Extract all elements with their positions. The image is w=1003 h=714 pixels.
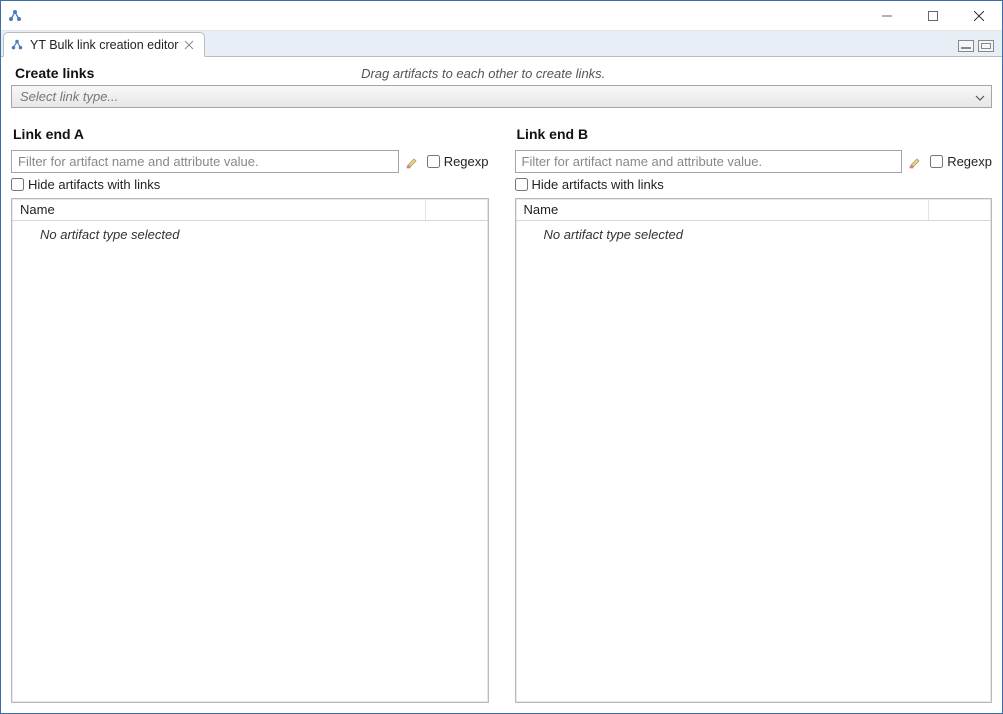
panel-a-filter-input[interactable]: [11, 150, 399, 173]
panel-b-column-header: Name: [516, 199, 992, 221]
panel-b-regexp-label: Regexp: [947, 154, 992, 169]
panel-a-hide-links-toggle[interactable]: Hide artifacts with links: [11, 177, 489, 192]
panel-b-regexp-toggle[interactable]: Regexp: [930, 154, 992, 169]
chevron-down-icon: [975, 89, 985, 104]
window-close-button[interactable]: [956, 1, 1002, 30]
panel-b-hide-links-toggle[interactable]: Hide artifacts with links: [515, 177, 993, 192]
app-icon: [7, 8, 23, 24]
panel-a-hide-links-checkbox[interactable]: [11, 178, 24, 191]
panel-a-title: Link end A: [11, 126, 489, 142]
view-maximize-button[interactable]: [978, 40, 994, 52]
drag-hint: Drag artifacts to each other to create l…: [94, 66, 992, 81]
titlebar-left: [1, 8, 29, 24]
panel-b-filter-row: Regexp: [515, 150, 993, 173]
panel-a-column-header: Name: [12, 199, 488, 221]
tab-close-icon[interactable]: [184, 40, 194, 50]
panel-a-column-name[interactable]: Name: [12, 199, 426, 220]
tab-bulk-link-editor[interactable]: YT Bulk link creation editor: [3, 32, 205, 57]
panel-b-regexp-checkbox[interactable]: [930, 155, 943, 168]
view-minimize-button[interactable]: [958, 40, 974, 52]
window-minimize-button[interactable]: [864, 1, 910, 30]
panel-b-title: Link end B: [515, 126, 993, 142]
link-type-dropdown[interactable]: Select link type...: [11, 85, 992, 108]
panel-b-artifact-table: Name No artifact type selected: [515, 198, 993, 703]
section-title: Create links: [15, 65, 94, 81]
panel-b-hide-links-checkbox[interactable]: [515, 178, 528, 191]
editor-content: Create links Drag artifacts to each othe…: [1, 57, 1002, 713]
panel-b-empty-message: No artifact type selected: [516, 221, 992, 242]
view-controls: [958, 40, 1002, 56]
panels: Link end A Regexp: [11, 126, 992, 703]
window-controls: [864, 1, 1002, 30]
panel-a-artifact-table: Name No artifact type selected: [11, 198, 489, 703]
panel-link-end-b: Link end B Regexp: [515, 126, 993, 703]
panel-a-clear-filter-icon[interactable]: [405, 154, 421, 170]
window-maximize-button[interactable]: [910, 1, 956, 30]
tab-title: YT Bulk link creation editor: [30, 38, 178, 52]
panel-a-empty-message: No artifact type selected: [12, 221, 488, 242]
panel-b-column-name[interactable]: Name: [516, 199, 930, 220]
panel-a-column-spacer: [426, 199, 488, 220]
panel-a-filter-row: Regexp: [11, 150, 489, 173]
header-row: Create links Drag artifacts to each othe…: [11, 63, 992, 81]
panel-a-regexp-toggle[interactable]: Regexp: [427, 154, 489, 169]
tab-icon: [10, 38, 24, 52]
panel-a-regexp-label: Regexp: [444, 154, 489, 169]
panel-link-end-a: Link end A Regexp: [11, 126, 489, 703]
app-window: YT Bulk link creation editor Create link…: [0, 0, 1003, 714]
panel-b-column-spacer: [929, 199, 991, 220]
panel-b-clear-filter-icon[interactable]: [908, 154, 924, 170]
link-type-placeholder: Select link type...: [20, 89, 118, 104]
panel-b-filter-input[interactable]: [515, 150, 903, 173]
panel-a-regexp-checkbox[interactable]: [427, 155, 440, 168]
window-titlebar: [1, 1, 1002, 31]
panel-a-hide-links-label: Hide artifacts with links: [28, 177, 160, 192]
panel-b-hide-links-label: Hide artifacts with links: [532, 177, 664, 192]
tab-bar: YT Bulk link creation editor: [1, 31, 1002, 57]
